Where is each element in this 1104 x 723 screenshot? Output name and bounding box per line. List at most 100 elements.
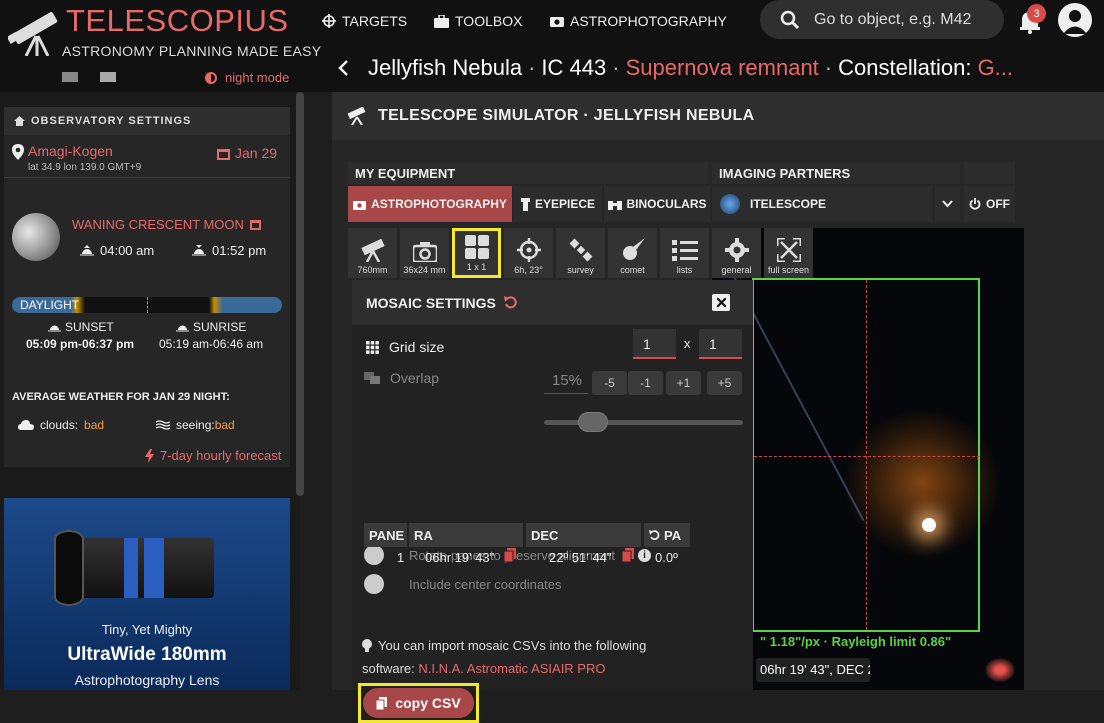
sky-view[interactable]: " 1.18"/px · Rayleigh limit 0.86" 06hr 1…: [712, 228, 1024, 690]
pane-pa: 0.0º: [655, 550, 678, 565]
moon-image: [12, 213, 60, 261]
software-links[interactable]: N.I.N.A. Astromatic ASIAIR PRO: [418, 661, 605, 676]
search-input[interactable]: Go to object, e.g. M42: [814, 11, 971, 29]
tool-label: survey: [567, 265, 594, 275]
telescope-icon: [346, 107, 368, 125]
half-circle-icon: [205, 71, 217, 84]
top-header: TELESCOPIUS ASTRONOMY PLANNING MADE EASY…: [0, 0, 1104, 92]
location-pin-icon: [12, 144, 24, 160]
tool-mosaic[interactable]: 1 x 1: [452, 228, 501, 278]
grid-columns-input[interactable]: 1: [633, 329, 676, 359]
fov-stats: " 1.18"/px · Rayleigh limit 0.86": [760, 634, 952, 649]
overlap-minus-5-button[interactable]: -5: [592, 371, 627, 395]
copy-icon[interactable]: [504, 548, 516, 562]
back-chevron-icon[interactable]: [337, 59, 349, 77]
search-box[interactable]: Go to object, e.g. M42: [760, 0, 1004, 39]
tool-survey[interactable]: survey: [556, 228, 605, 278]
simulator-title: TELESCOPE SIMULATOR · JELLYFISH NEBULA: [378, 107, 755, 124]
copy-icon[interactable]: [622, 548, 634, 562]
tool-label: 1 x 1: [466, 262, 487, 272]
nav-toolbox[interactable]: TOOLBOX: [434, 12, 522, 30]
col-pa: PA: [644, 523, 690, 547]
overlap-input[interactable]: 15%: [544, 370, 588, 394]
tool-comet[interactable]: comet: [608, 228, 657, 278]
night-mode-toggle[interactable]: night mode: [205, 70, 289, 85]
moon-phase-link[interactable]: WANING CRESCENT MOON: [72, 217, 261, 232]
nav-astrophotography[interactable]: ASTROPHOTOGRAPHY: [550, 12, 727, 30]
tab-eyepiece[interactable]: EYEPIECE: [514, 186, 602, 222]
sidebar-scrollbar[interactable]: [296, 92, 304, 496]
separator: ·: [824, 55, 833, 80]
mosaic-header: MOSAIC SETTINGS: [352, 280, 753, 325]
user-avatar-icon[interactable]: [1058, 3, 1092, 37]
grid-icon: [464, 235, 489, 259]
us-flag-icon[interactable]: [62, 72, 78, 82]
gear-icon: [724, 238, 749, 262]
grid-size-label: Grid size: [389, 339, 445, 355]
clouds-value: bad: [84, 418, 105, 432]
lens-advertisement[interactable]: Tiny, Yet Mighty UltraWide 180mm Astroph…: [4, 498, 290, 690]
nav-targets[interactable]: TARGETS: [322, 12, 407, 30]
info-icon[interactable]: i: [638, 549, 651, 562]
rotate-panes-toggle[interactable]: [364, 545, 384, 565]
location-name[interactable]: Amagi-Kogen: [28, 143, 113, 159]
tool-focal-length[interactable]: 760mm: [348, 228, 397, 278]
tab-itelescope[interactable]: ITELESCOPE: [712, 186, 932, 222]
search-icon: [780, 10, 800, 30]
overlap-slider[interactable]: [544, 412, 743, 432]
overlap-plus-1-button[interactable]: +1: [666, 371, 701, 395]
tab-binoculars[interactable]: BINOCULARS: [604, 186, 710, 222]
crosshair-horizontal: [754, 456, 980, 457]
forecast-link[interactable]: 7-day hourly forecast: [145, 448, 281, 463]
copy-csv-button[interactable]: copy CSV: [363, 688, 474, 718]
brand-tagline: ASTRONOMY PLANNING MADE EASY: [62, 43, 322, 59]
sunrise-time: 05:19 am-06:46 am: [159, 337, 264, 351]
tool-label: 6h, 23°: [514, 265, 543, 275]
telescope-logo-icon[interactable]: [8, 8, 64, 56]
slider-thumb[interactable]: [577, 412, 608, 432]
ad-subtitle: Astrophotography Lens: [74, 672, 220, 688]
seeing-value: bad: [214, 418, 235, 432]
off-button[interactable]: OFF: [964, 186, 1015, 222]
sidebar: OBSERVATORY SETTINGS Amagi-Kogen lat 34.…: [0, 92, 304, 690]
reset-icon[interactable]: [503, 296, 517, 309]
col-dec: DEC: [526, 523, 641, 547]
partner-dropdown-chevron-icon[interactable]: [935, 186, 960, 222]
crosshair-icon: [322, 14, 336, 28]
tool-fullscreen[interactable]: full screen: [764, 228, 813, 278]
sunset-label: SUNSET: [65, 320, 114, 334]
ad-title: UltraWide 180mm: [67, 644, 227, 665]
mosaic-title: MOSAIC SETTINGS: [366, 294, 496, 311]
simulator-header: TELESCOPE SIMULATOR · JELLYFISH NEBULA: [332, 92, 1104, 140]
constellation-value[interactable]: G...: [978, 55, 1013, 80]
object-type[interactable]: Supernova remnant: [626, 55, 819, 80]
overlap-minus-1-button[interactable]: -1: [628, 371, 663, 395]
eyepiece-icon: [520, 197, 530, 211]
tool-label: 36x24 mm: [403, 265, 446, 275]
tool-general[interactable]: general: [712, 228, 761, 278]
comet-icon: [621, 238, 645, 262]
moonrise-time: 04:00 am: [100, 243, 155, 258]
tab-astrophotography[interactable]: ASTROPHOTOGRAPHY: [348, 186, 512, 222]
galaxy-icon[interactable]: [985, 658, 1015, 682]
tool-lists[interactable]: lists: [660, 228, 709, 278]
grid-x-separator: x: [684, 336, 691, 351]
blank-header: [964, 162, 1015, 184]
calendar-icon: [217, 147, 230, 160]
crosshair-icon: [516, 238, 541, 262]
close-icon[interactable]: [712, 294, 730, 311]
center-coords-toggle[interactable]: [364, 574, 384, 594]
col-pane: PANE: [364, 523, 407, 547]
jp-flag-icon[interactable]: [100, 72, 116, 82]
object-id: IC 443: [541, 55, 607, 80]
overlay-coordinates: 06hr 19' 43", DEC 22º 51' 44": [756, 658, 870, 682]
forecast-label: 7-day hourly forecast: [160, 448, 282, 463]
grid-rows-input[interactable]: 1: [699, 329, 742, 359]
tool-sensor[interactable]: 36x24 mm: [400, 228, 449, 278]
brand-title[interactable]: TELESCOPIUS: [66, 4, 289, 38]
fullscreen-icon: [776, 238, 801, 262]
copy-icon: [376, 696, 388, 710]
overlap-plus-5-button[interactable]: +5: [707, 371, 742, 395]
tool-position[interactable]: 6h, 23°: [504, 228, 553, 278]
date-picker[interactable]: Jan 29: [217, 145, 277, 161]
